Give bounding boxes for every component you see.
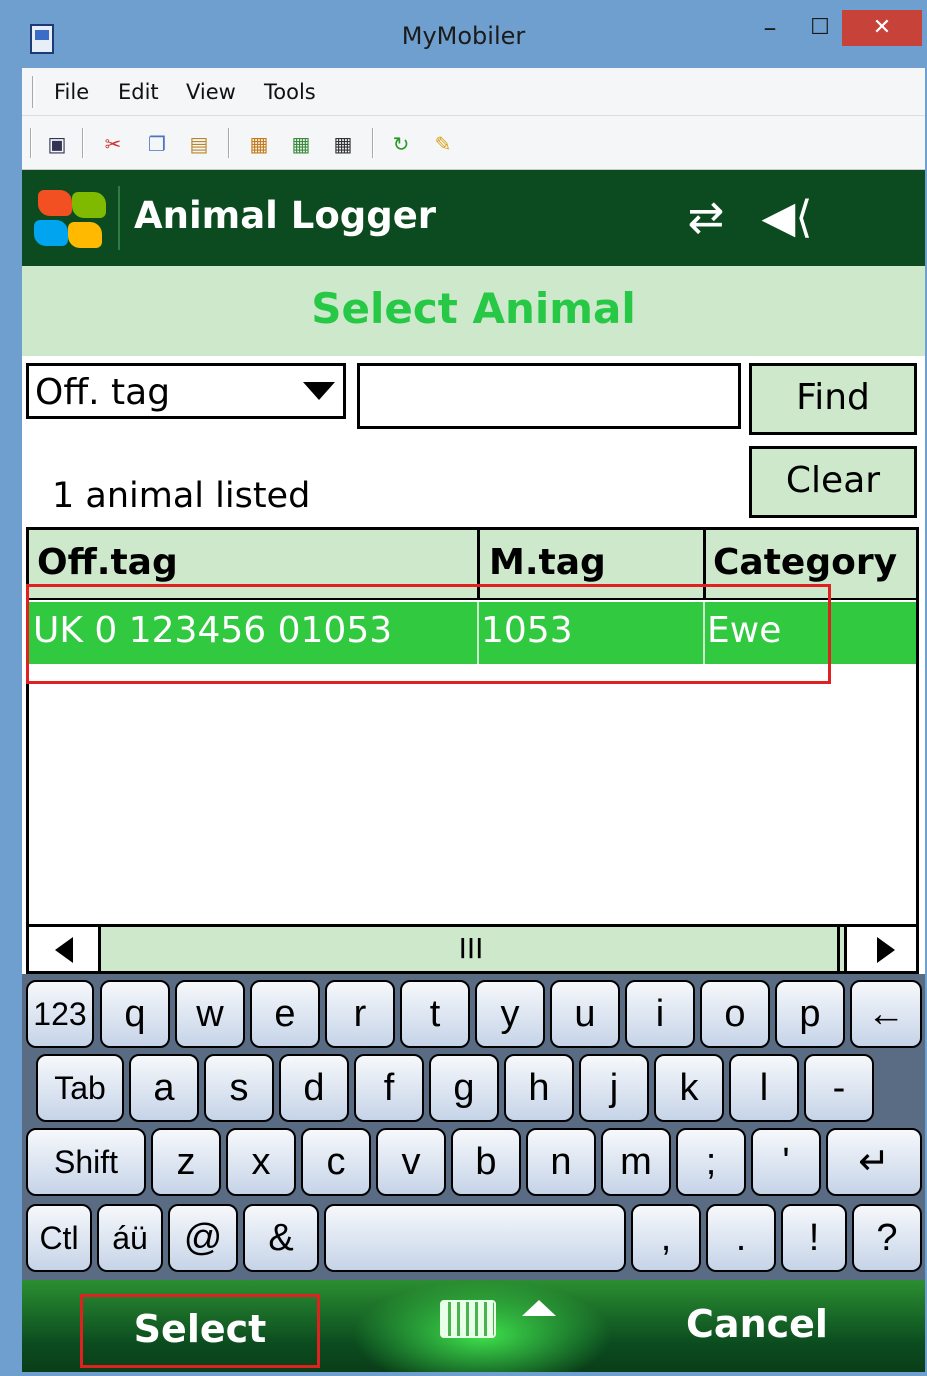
menu-tools[interactable]: Tools [264, 80, 316, 104]
soft-key-bar: Select Cancel [22, 1280, 925, 1372]
search-input[interactable] [357, 363, 741, 429]
toolbar-separator [372, 128, 374, 158]
dropdown-arrow-icon [303, 382, 335, 400]
key-space[interactable] [324, 1204, 626, 1272]
title-bar: MyMobiler – ☐ ✕ [0, 0, 927, 68]
column-header-off-tag[interactable]: Off.tag [37, 542, 178, 583]
cancel-softkey[interactable]: Cancel [662, 1302, 852, 1346]
cut-icon[interactable]: ✂ [102, 132, 124, 156]
key-j[interactable]: j [579, 1054, 649, 1122]
key-at[interactable]: @ [168, 1204, 238, 1272]
key-h[interactable]: h [504, 1054, 574, 1122]
monitor-icon[interactable]: ▣ [46, 132, 68, 156]
key-w[interactable]: w [175, 980, 245, 1048]
paste-window-icon[interactable]: ▦ [290, 132, 312, 156]
key-p[interactable]: p [775, 980, 845, 1048]
input-panel-arrow-icon[interactable] [522, 1300, 556, 1316]
copy-icon[interactable]: ❐ [146, 132, 168, 156]
key-period[interactable]: . [706, 1204, 776, 1272]
key-s[interactable]: s [204, 1054, 274, 1122]
key-l[interactable]: l [729, 1054, 799, 1122]
keyboard-icon[interactable] [440, 1300, 496, 1338]
column-header-category[interactable]: Category [713, 542, 897, 583]
toolbar-grip [30, 128, 32, 158]
page-title: Select Animal [311, 284, 636, 333]
key-u[interactable]: u [550, 980, 620, 1048]
key-comma[interactable]: , [631, 1204, 701, 1272]
page-title-band: Select Animal [22, 266, 925, 356]
key-123[interactable]: 123 [26, 980, 94, 1048]
animal-count-label: 1 animal listed [52, 476, 311, 516]
key-k[interactable]: k [654, 1054, 724, 1122]
header-divider [118, 186, 120, 250]
key-d[interactable]: d [279, 1054, 349, 1122]
key-semicolon[interactable]: ; [676, 1128, 746, 1196]
toolbar: ▣ ✂ ❐ ▤ ▦ ▦ ▦ ↻ ✎ [22, 116, 925, 170]
key-e[interactable]: e [250, 980, 320, 1048]
horizontal-scrollbar[interactable]: III [26, 924, 919, 974]
find-button[interactable]: Find [749, 363, 917, 435]
soft-keyboard: 123 q w e r t y u i o p ← Tab a s d f g … [22, 974, 925, 1280]
row-highlight-annotation [26, 584, 831, 684]
maximize-button[interactable]: ☐ [800, 10, 840, 46]
key-question[interactable]: ? [852, 1204, 922, 1272]
mymobiler-window: MyMobiler – ☐ ✕ File Edit View Tools ▣ ✂… [0, 0, 927, 1376]
key-g[interactable]: g [429, 1054, 499, 1122]
search-field-value: Off. tag [35, 372, 171, 413]
windows-start-icon[interactable] [30, 190, 106, 250]
key-b[interactable]: b [451, 1128, 521, 1196]
key-hyphen[interactable]: - [804, 1054, 874, 1122]
paste-icon[interactable]: ▤ [188, 132, 210, 156]
menu-bar: File Edit View Tools [22, 68, 925, 116]
menu-grip [32, 76, 35, 108]
clear-button[interactable]: Clear [749, 446, 917, 518]
scroll-left-button[interactable] [29, 927, 101, 971]
close-button[interactable]: ✕ [842, 10, 922, 46]
app-header: Animal Logger ⇄ ◀⟨ [22, 170, 925, 266]
scroll-right-button[interactable] [844, 927, 916, 971]
key-ampersand[interactable]: & [243, 1204, 319, 1272]
minimize-button[interactable]: – [752, 10, 788, 46]
key-backspace[interactable]: ← [850, 980, 922, 1048]
key-t[interactable]: t [400, 980, 470, 1048]
volume-muted-icon[interactable]: ◀⟨ [752, 190, 822, 246]
key-f[interactable]: f [354, 1054, 424, 1122]
key-accents[interactable]: áü [97, 1204, 163, 1272]
select-softkey[interactable]: Select [80, 1294, 320, 1368]
key-z[interactable]: z [151, 1128, 221, 1196]
scroll-thumb[interactable]: III [105, 927, 840, 971]
key-r[interactable]: r [325, 980, 395, 1048]
key-c[interactable]: c [301, 1128, 371, 1196]
key-enter[interactable]: ↵ [826, 1128, 922, 1196]
column-header-m-tag[interactable]: M.tag [489, 542, 606, 583]
toolbar-separator [228, 128, 230, 158]
key-apostrophe[interactable]: ' [751, 1128, 821, 1196]
device-screen: Animal Logger ⇄ ◀⟨ Select Animal Off. ta… [22, 170, 925, 1372]
app-title: Animal Logger [134, 194, 437, 237]
key-n[interactable]: n [526, 1128, 596, 1196]
key-tab[interactable]: Tab [36, 1054, 124, 1122]
clean-icon[interactable]: ✎ [432, 132, 454, 156]
search-field-dropdown[interactable]: Off. tag [26, 363, 346, 419]
key-y[interactable]: y [475, 980, 545, 1048]
key-x[interactable]: x [226, 1128, 296, 1196]
key-ctl[interactable]: Ctl [26, 1204, 92, 1272]
key-i[interactable]: i [625, 980, 695, 1048]
menu-view[interactable]: View [186, 80, 236, 104]
capture-icon[interactable]: ▦ [332, 132, 354, 156]
key-shift[interactable]: Shift [26, 1128, 146, 1196]
refresh-icon[interactable]: ↻ [390, 132, 412, 156]
menu-edit[interactable]: Edit [118, 80, 159, 104]
menu-file[interactable]: File [54, 80, 89, 104]
key-o[interactable]: o [700, 980, 770, 1048]
key-m[interactable]: m [601, 1128, 671, 1196]
key-a[interactable]: a [129, 1054, 199, 1122]
key-exclamation[interactable]: ! [781, 1204, 847, 1272]
copy-window-icon[interactable]: ▦ [248, 132, 270, 156]
toolbar-separator [82, 128, 84, 158]
connectivity-icon[interactable]: ⇄ [678, 190, 734, 246]
key-v[interactable]: v [376, 1128, 446, 1196]
key-q[interactable]: q [100, 980, 170, 1048]
